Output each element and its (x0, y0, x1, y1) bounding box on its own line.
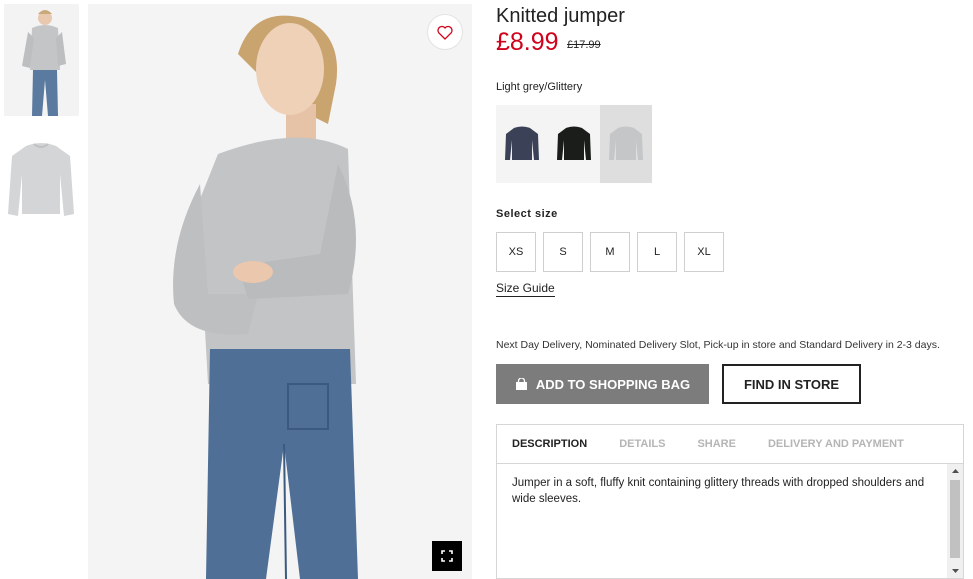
tab-share[interactable]: SHARE (697, 438, 736, 450)
size-xs-button[interactable]: XS (496, 232, 536, 272)
scrollbar-thumb[interactable] (950, 480, 960, 558)
model-thumbnail-image (4, 4, 79, 116)
jumper-light-grey-thumbnail (609, 126, 643, 160)
tab-details[interactable]: DETAILS (619, 438, 665, 450)
product-description: Jumper in a soft, fluffy knit containing… (512, 477, 925, 505)
tab-bar: DESCRIPTION DETAILS SHARE DELIVERY AND P… (497, 425, 963, 464)
swatch-light-grey[interactable] (600, 105, 652, 183)
favorite-button[interactable] (427, 14, 463, 50)
jumper-dark-blue-thumbnail (505, 126, 539, 160)
jumper-black-thumbnail (557, 126, 591, 160)
size-l-button[interactable]: L (637, 232, 677, 272)
add-to-bag-label: ADD TO SHOPPING BAG (535, 376, 691, 392)
jumper-thumbnail-image (4, 126, 79, 226)
delivery-info: Next Day Delivery, Nominated Delivery Sl… (496, 339, 940, 351)
swatch-dark-blue[interactable] (496, 105, 548, 183)
add-to-bag-button[interactable]: ADD TO SHOPPING BAG (496, 364, 709, 404)
model-photo (88, 4, 472, 579)
size-s-button[interactable]: S (543, 232, 583, 272)
tab-delivery-payment[interactable]: DELIVERY AND PAYMENT (768, 438, 904, 450)
size-xl-button[interactable]: XL (684, 232, 724, 272)
main-product-image (88, 4, 472, 579)
description-scrollbar[interactable] (947, 464, 963, 578)
swatch-black[interactable] (548, 105, 600, 183)
shopping-bag-icon (515, 377, 528, 391)
original-price: £17.99 (567, 39, 601, 51)
color-swatches (496, 105, 652, 183)
sale-price: £8.99 (496, 28, 559, 56)
size-options: XS S M L XL (496, 232, 731, 272)
size-guide-link[interactable]: Size Guide (496, 281, 555, 297)
select-size-label: Select size (496, 208, 558, 220)
heart-icon (437, 25, 453, 40)
size-m-button[interactable]: M (590, 232, 630, 272)
fullscreen-icon (441, 550, 453, 562)
thumbnail-model[interactable] (4, 4, 79, 116)
tab-description[interactable]: DESCRIPTION (512, 438, 587, 450)
thumbnail-product[interactable] (4, 126, 79, 226)
product-info-tabs: DESCRIPTION DETAILS SHARE DELIVERY AND P… (496, 424, 964, 579)
scroll-down-arrow-icon[interactable] (947, 564, 963, 578)
product-title: Knitted jumper (496, 5, 625, 27)
selected-color-name: Light grey/Glittery (496, 81, 583, 93)
find-in-store-button[interactable]: FIND IN STORE (722, 364, 861, 404)
scroll-up-arrow-icon[interactable] (947, 464, 963, 478)
fullscreen-button[interactable] (432, 541, 462, 571)
